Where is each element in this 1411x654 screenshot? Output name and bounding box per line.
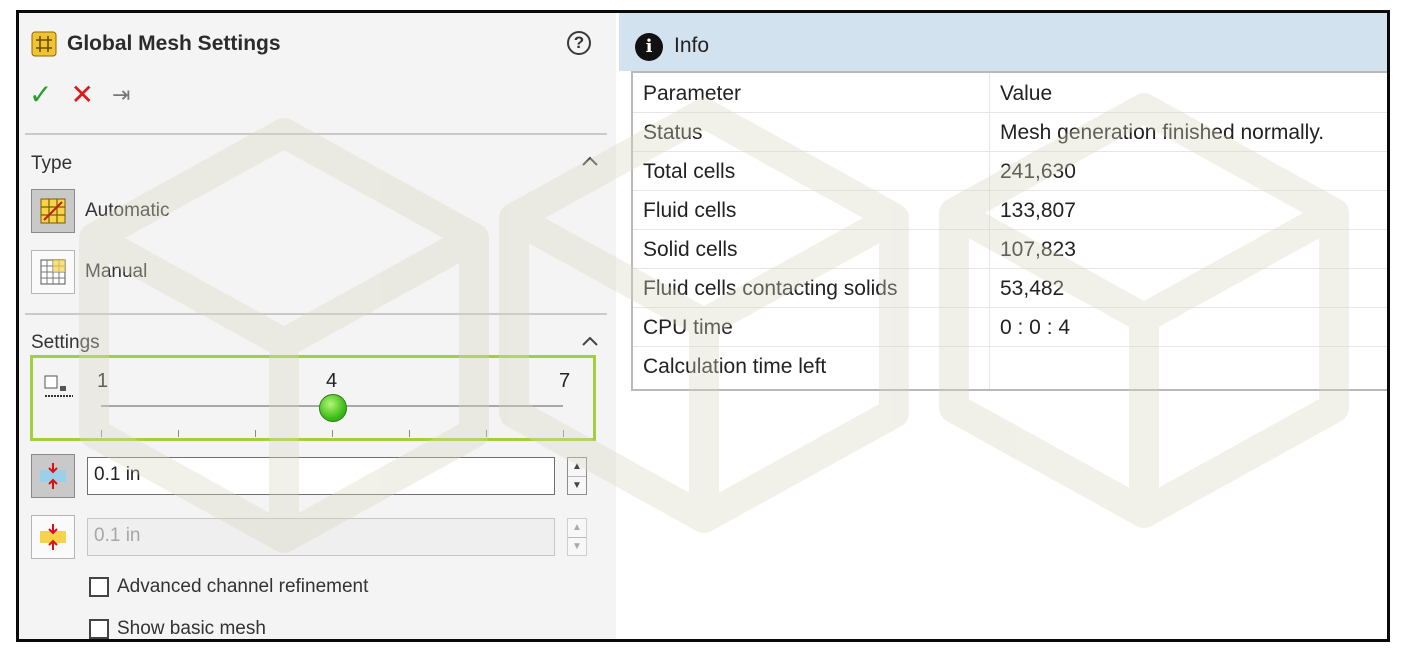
spin-up-icon[interactable]: ▲ (568, 458, 586, 477)
slider-tick (178, 430, 179, 437)
slider-min-label: 1 (97, 370, 109, 392)
screenshot-frame: Global Mesh Settings ? ✓ ✕ ⇥ Type Automa… (16, 10, 1390, 642)
mesh-settings-icon (31, 31, 57, 57)
slider-tick (409, 430, 410, 437)
column-header-value: Value (1000, 82, 1053, 105)
automatic-mesh-icon[interactable] (31, 189, 75, 233)
minimum-wall-thickness-icon[interactable] (31, 515, 75, 559)
manual-mesh-icon[interactable] (31, 250, 75, 294)
parameter-cell: Fluid cells (643, 199, 737, 222)
show-basic-mesh-option[interactable]: Show basic mesh (89, 618, 266, 639)
advanced-channel-refinement-checkbox[interactable] (89, 577, 109, 597)
value-cell: Mesh generation finished normally. (1000, 121, 1325, 144)
spin-down-icon: ▼ (572, 541, 582, 552)
spin-down-icon[interactable]: ▼ (568, 477, 586, 495)
table-row: Status Mesh generation finished normally… (633, 112, 1387, 152)
slider-tick (101, 430, 102, 437)
type-option-automatic[interactable]: Automatic (31, 189, 169, 233)
help-icon[interactable]: ? (567, 31, 591, 55)
divider (25, 313, 607, 315)
value-cell: 0 : 0 : 4 (1000, 316, 1071, 339)
slider-tick (332, 430, 333, 437)
column-header-parameter: Parameter (643, 82, 742, 105)
show-basic-mesh-checkbox[interactable] (89, 619, 109, 639)
cancel-button[interactable]: ✕ (70, 81, 93, 109)
collapse-chevron-icon[interactable] (581, 333, 599, 351)
type-section-title: Type (31, 153, 73, 174)
value-cell: 107,823 (1000, 238, 1076, 261)
settings-section-title: Settings (31, 332, 100, 353)
parameter-cell: CPU time (643, 316, 733, 339)
slider-max-label: 7 (559, 370, 571, 392)
minimum-wall-thickness-input: 0.1 in (87, 518, 555, 556)
parameter-cell: Solid cells (643, 238, 738, 261)
mesh-level-icon (44, 375, 73, 397)
parameter-cell: Total cells (643, 160, 736, 183)
minimum-gap-icon[interactable] (31, 454, 75, 498)
parameter-cell: Status (643, 121, 703, 144)
table-row: Fluid cells contacting solids 53,482 (633, 268, 1387, 308)
slider-thumb[interactable] (319, 394, 347, 422)
type-option-label: Manual (85, 261, 148, 282)
info-header: i Info (619, 13, 1387, 71)
minimum-gap-spinner[interactable]: ▲ ▼ (567, 457, 587, 495)
minimum-wall-thickness-row: 0.1 in ▲ ▼ (31, 515, 587, 559)
table-row: CPU time 0 : 0 : 4 (633, 307, 1387, 347)
slider-tick (563, 430, 564, 437)
global-mesh-settings-panel: Global Mesh Settings ? ✓ ✕ ⇥ Type Automa… (19, 13, 616, 639)
ok-button[interactable]: ✓ (29, 81, 52, 109)
minimum-gap-input[interactable]: 0.1 in (87, 457, 555, 495)
panel-title: Global Mesh Settings (67, 32, 281, 55)
advanced-channel-refinement-option[interactable]: Advanced channel refinement (89, 576, 368, 598)
checkbox-label: Show basic mesh (117, 618, 266, 639)
divider (25, 133, 607, 135)
value-cell: 53,482 (1000, 277, 1065, 300)
value-cell: 241,630 (1000, 160, 1076, 183)
info-table: Parameter Value Status Mesh generation f… (631, 71, 1387, 391)
table-row: Total cells 241,630 (633, 151, 1387, 191)
panel-header: Global Mesh Settings (31, 31, 281, 57)
level-of-initial-mesh-slider[interactable]: 1 4 7 (30, 355, 596, 441)
info-icon: i (635, 33, 663, 61)
info-title: Info (674, 34, 710, 57)
value-cell: 133,807 (1000, 199, 1076, 222)
table-row: Calculation time left (633, 346, 1387, 385)
parameter-cell: Calculation time left (643, 355, 827, 378)
info-panel: i Info Parameter Value Status Mesh gener… (619, 13, 1387, 639)
minimum-wall-thickness-spinner: ▲ ▼ (567, 518, 587, 556)
type-option-manual[interactable]: Manual (31, 250, 147, 294)
spin-up-icon: ▲ (568, 519, 586, 538)
table-row: Solid cells 107,823 (633, 229, 1387, 269)
slider-tick (486, 430, 487, 437)
table-header-row: Parameter Value (633, 73, 1387, 113)
checkbox-label: Advanced channel refinement (117, 576, 369, 597)
table-row: Fluid cells 133,807 (633, 190, 1387, 230)
collapse-chevron-icon[interactable] (581, 153, 599, 171)
slider-value-label: 4 (326, 370, 338, 392)
parameter-cell: Fluid cells contacting solids (643, 277, 898, 300)
pushpin-button[interactable]: ⇥ (112, 81, 130, 109)
slider-tick (255, 430, 256, 437)
action-bar: ✓ ✕ ⇥ (29, 81, 130, 109)
type-option-label: Automatic (85, 200, 170, 221)
minimum-gap-row: 0.1 in ▲ ▼ (31, 454, 587, 498)
